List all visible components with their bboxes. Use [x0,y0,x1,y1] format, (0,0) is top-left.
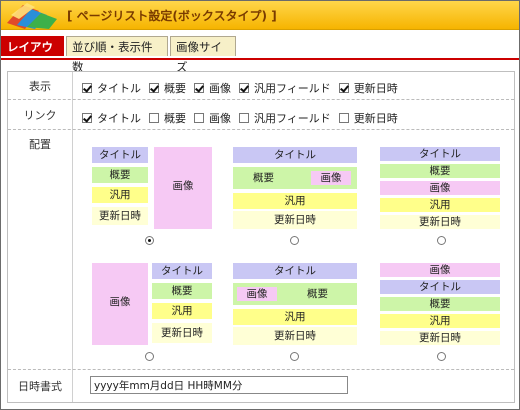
link-summary-checkbox[interactable]: 概要 [149,110,186,126]
row-divider [8,99,514,100]
preview-general-block: 汎用 [92,187,148,203]
preview-summary-text: 概要 [307,288,328,300]
tab-bar: レイアウト 並び順・表示件数 画像サイズ [1,30,519,74]
layout-settings-panel: 表示 タイトル 概要 画像 汎用フィールド 更新日時 リンク タイトル 概要 画… [7,71,515,403]
preview-image-block: 画像 [154,147,212,229]
preview-title-block: タイトル [380,147,500,161]
layout-option-5-preview[interactable]: タイトル 画像 概要 汎用 更新日時 [233,263,357,345]
preview-title-block: タイトル [380,280,500,294]
display-title-checkbox[interactable]: タイトル [82,80,141,96]
display-label: 表示 [29,80,51,93]
layout-option-3-preview[interactable]: タイトル 概要 画像 汎用 更新日時 [380,147,500,229]
preview-image-block: 画像 [380,263,500,277]
layout-option-2-preview[interactable]: タイトル 概要 画像 汎用 更新日時 [233,147,357,229]
layout-option-5-radio[interactable] [290,352,299,361]
checkbox-checked-icon [239,83,249,93]
checkbox-unchecked-icon [239,113,249,123]
checkbox-unchecked-icon [338,113,349,123]
placement-label: 配置 [29,138,51,151]
preview-summary-row: 概要 画像 [233,167,357,189]
preview-title-block: タイトル [233,263,357,279]
checkbox-checked-icon [338,83,349,93]
layout-option-6-radio[interactable] [437,352,446,361]
app-logo-icon [7,3,57,29]
display-summary-checkbox[interactable]: 概要 [149,80,186,96]
preview-summary-block: 概要 [152,283,212,299]
link-title-checkbox[interactable]: タイトル [82,110,141,126]
preview-date-block: 更新日時 [92,207,148,225]
preview-summary-block: 概要 [380,164,500,178]
layout-option-4-preview[interactable]: 画像 タイトル 概要 汎用 更新日時 [92,263,212,345]
preview-general-block: 汎用 [152,303,212,319]
preview-title-block: タイトル [233,147,357,163]
preview-image-block: 画像 [380,181,500,195]
preview-image-block: 画像 [311,171,351,185]
link-date-checkbox[interactable]: 更新日時 [338,110,398,126]
window-title: [ ページリスト設定(ボックスタイプ) ] [67,9,277,23]
layout-option-1-radio[interactable] [145,236,154,245]
checkbox-checked-icon [194,83,204,93]
preview-image-block: 画像 [237,287,277,301]
preview-summary-text: 概要 [253,172,274,184]
display-date-checkbox[interactable]: 更新日時 [338,80,398,96]
display-general-field-checkbox[interactable]: 汎用フィールド [239,80,331,96]
preview-title-block: タイトル [152,263,212,279]
preview-summary-block: 概要 [380,297,500,311]
preview-date-block: 更新日時 [152,323,212,343]
layout-option-1-preview[interactable]: タイトル 概要 汎用 更新日時 画像 [92,147,212,229]
preview-date-block: 更新日時 [380,215,500,229]
tab-layout[interactable]: レイアウト [1,36,64,74]
display-image-checkbox[interactable]: 画像 [194,80,231,96]
preview-general-block: 汎用 [380,198,500,212]
link-image-checkbox[interactable]: 画像 [194,110,231,126]
tab-sort-count[interactable]: 並び順・表示件数 [66,36,168,74]
checkbox-checked-icon [82,83,92,93]
date-format-input[interactable]: yyyy年mm月dd日 HH時MM分 [90,376,348,394]
layout-option-3-radio[interactable] [437,236,446,245]
preview-summary-block: 概要 [92,167,148,183]
preview-title-block: タイトル [92,147,148,163]
settings-window: [ ページリスト設定(ボックスタイプ) ] レイアウト 並び順・表示件数 画像サ… [0,0,520,410]
title-bar: [ ページリスト設定(ボックスタイプ) ] [1,1,519,30]
row-divider [8,129,514,130]
link-label: リンク [23,109,57,122]
layout-option-2-radio[interactable] [290,236,299,245]
row-divider [8,369,514,370]
checkbox-checked-icon [82,113,92,123]
preview-date-block: 更新日時 [380,331,500,345]
tab-image-size[interactable]: 画像サイズ [170,36,236,74]
preview-general-block: 汎用 [233,193,357,209]
link-general-field-checkbox[interactable]: 汎用フィールド [239,110,331,126]
checkbox-unchecked-icon [194,113,204,123]
preview-summary-row: 画像 概要 [233,283,357,305]
preview-date-block: 更新日時 [233,327,357,345]
preview-general-block: 汎用 [380,314,500,328]
checkbox-unchecked-icon [149,113,159,123]
checkbox-checked-icon [149,83,159,93]
layout-option-6-preview[interactable]: 画像 タイトル 概要 汎用 更新日時 [380,263,500,345]
preview-date-block: 更新日時 [233,211,357,229]
preview-general-block: 汎用 [233,309,357,325]
display-options: タイトル 概要 画像 汎用フィールド 更新日時 [82,80,406,96]
date-format-label: 日時書式 [18,380,62,393]
link-options: タイトル 概要 画像 汎用フィールド 更新日時 [82,110,406,126]
column-divider [72,72,73,402]
preview-image-block: 画像 [92,263,148,345]
layout-option-4-radio[interactable] [145,352,154,361]
